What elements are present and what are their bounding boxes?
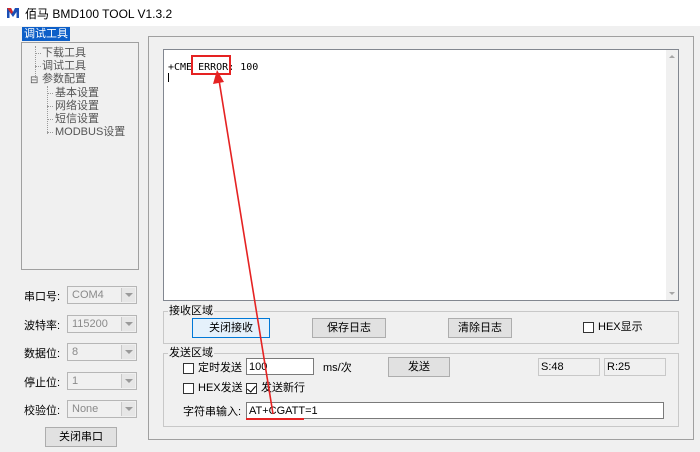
tree-item-download-tool[interactable]: 下载工具 [42, 47, 86, 60]
chevron-down-icon[interactable] [121, 374, 135, 388]
bm-logo-icon [6, 6, 20, 20]
tree-item-param-config[interactable]: 参数配置 [42, 73, 86, 86]
tree-item-network-settings[interactable]: 网络设置 [55, 100, 99, 113]
interval-unit: ms/次 [323, 362, 352, 374]
hex-display-label: HEX显示 [598, 321, 643, 333]
tree-item-modbus-settings[interactable]: MODBUS设置 [55, 126, 125, 139]
data-bits-select[interactable]: 8 [67, 343, 137, 361]
interval-input[interactable] [246, 358, 314, 375]
left-panel-caption: 调试工具 [22, 27, 70, 41]
newline-checkbox[interactable] [246, 383, 257, 394]
receive-group-title: 接收区域 [168, 305, 214, 317]
hex-send-label: HEX发送 [198, 382, 243, 394]
data-bits-value: 8 [72, 346, 79, 358]
string-input[interactable] [246, 402, 664, 419]
tree-connector [35, 66, 41, 67]
chevron-down-icon[interactable] [121, 345, 135, 359]
string-input-label: 字符串输入: [183, 406, 242, 418]
close-port-button[interactable]: 关闭串口 [45, 427, 117, 447]
port-select[interactable]: COM4 [67, 286, 137, 304]
tree-expander-icon[interactable]: ⊟ [30, 74, 38, 87]
baud-label: 波特率: [24, 320, 61, 332]
tree-connector [47, 119, 53, 120]
sent-count: S:48 [538, 358, 600, 376]
clear-log-button[interactable]: 清除日志 [448, 318, 512, 338]
tree-connector [47, 93, 53, 94]
data-bits-label: 数据位: [24, 348, 61, 360]
stop-bits-value: 1 [72, 375, 79, 387]
hex-display-checkbox[interactable] [583, 322, 594, 333]
error-highlight-box [191, 55, 231, 75]
timed-send-label: 定时发送 [198, 362, 242, 374]
function-tree: 下载工具 调试工具 ⊟ 参数配置 基本设置 网络设置 短信设置 MODBUS设置 [21, 42, 139, 270]
stop-bits-label: 停止位: [24, 377, 61, 389]
tree-item-sms-settings[interactable]: 短信设置 [55, 113, 99, 126]
port-value: COM4 [72, 289, 104, 301]
close-receive-button[interactable]: 关闭接收 [192, 318, 270, 338]
text-caret [168, 73, 169, 82]
send-button[interactable]: 发送 [388, 357, 450, 377]
chevron-down-icon[interactable] [121, 402, 135, 416]
title-bar: 佰马 BMD100 TOOL V1.3.2 [0, 0, 700, 26]
scroll-up-icon[interactable] [669, 55, 675, 58]
tree-connector [35, 53, 41, 54]
window-title: 佰马 BMD100 TOOL V1.3.2 [25, 7, 173, 21]
tree-item-basic-settings[interactable]: 基本设置 [55, 87, 99, 100]
tree-connector [47, 106, 53, 107]
hex-send-checkbox[interactable] [183, 383, 194, 394]
send-group-title: 发送区域 [168, 347, 214, 359]
stop-bits-select[interactable]: 1 [67, 372, 137, 390]
baud-value: 115200 [72, 318, 108, 330]
chevron-down-icon[interactable] [121, 317, 135, 331]
receive-text-area[interactable]: +CME ERROR: 100 [163, 49, 679, 301]
receive-scrollbar[interactable] [666, 50, 678, 300]
parity-select[interactable]: None [67, 400, 137, 418]
command-underline [246, 418, 304, 420]
save-log-button[interactable]: 保存日志 [312, 318, 386, 338]
baud-select[interactable]: 115200 [67, 315, 137, 333]
parity-value: None [72, 403, 99, 415]
tree-connector [47, 132, 53, 133]
timed-send-checkbox[interactable] [183, 363, 194, 374]
tree-item-debug-tool[interactable]: 调试工具 [42, 60, 86, 73]
port-label: 串口号: [24, 291, 61, 303]
received-count: R:25 [604, 358, 666, 376]
parity-label: 校验位: [24, 405, 61, 417]
chevron-down-icon[interactable] [121, 288, 135, 302]
newline-label: 发送新行 [261, 382, 305, 394]
scroll-down-icon[interactable] [669, 292, 675, 295]
